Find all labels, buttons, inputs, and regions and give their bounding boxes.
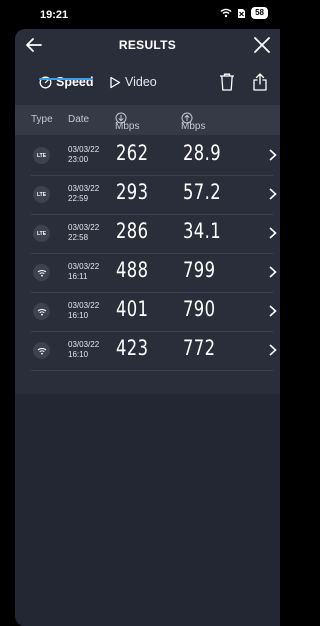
status-icons: 58 xyxy=(220,7,268,19)
result-datetime: 03/03/22 23:00 xyxy=(68,145,99,165)
result-time: 16:10 xyxy=(68,350,89,359)
download-value: 262 xyxy=(116,141,149,165)
result-row[interactable]: 03/03/22 16:11 488 799 xyxy=(31,254,277,293)
download-value: 286 xyxy=(116,219,149,243)
results-sheet: RESULTS Speed Video Type Date Mbps Mbps … xyxy=(15,29,280,626)
upload-value: 799 xyxy=(183,258,216,282)
column-download[interactable]: Mbps xyxy=(115,112,139,132)
result-datetime: 03/03/22 16:11 xyxy=(68,262,99,282)
wifi-signal-icon xyxy=(220,8,232,18)
result-row[interactable]: LTE 03/03/22 23:00 262 28.9 xyxy=(31,137,277,176)
column-upload[interactable]: Mbps xyxy=(181,112,205,132)
wifi-icon xyxy=(33,264,50,281)
wifi-icon xyxy=(33,342,50,359)
result-date: 03/03/22 xyxy=(68,184,100,193)
trash-icon[interactable] xyxy=(218,72,236,92)
tab-video-label: Video xyxy=(125,75,157,89)
download-value: 423 xyxy=(116,336,149,360)
battery-level: 58 xyxy=(251,7,268,19)
header: RESULTS xyxy=(15,29,280,65)
result-date: 03/03/22 xyxy=(68,340,100,349)
result-time: 16:10 xyxy=(68,311,89,320)
status-bar: 19:21 58 xyxy=(0,0,280,28)
results-list: LTE 03/03/22 23:00 262 28.9 LTE 03/03/22… xyxy=(31,137,277,371)
result-time: 23:00 xyxy=(68,155,89,164)
sheet-empty-area xyxy=(15,394,280,626)
upload-value: 34.1 xyxy=(183,219,222,243)
download-value: 488 xyxy=(116,258,149,282)
active-tab-indicator xyxy=(39,78,93,80)
result-datetime: 03/03/22 22:59 xyxy=(68,184,99,204)
result-date: 03/03/22 xyxy=(68,223,100,232)
upload-value: 772 xyxy=(183,336,216,360)
status-time: 19:21 xyxy=(40,9,69,21)
chevron-right-icon[interactable] xyxy=(267,265,279,279)
results-column-header: Type Date Mbps Mbps xyxy=(15,105,280,135)
column-upload-label: Mbps xyxy=(181,121,206,132)
upload-value: 790 xyxy=(183,297,216,321)
chevron-right-icon[interactable] xyxy=(267,226,279,240)
result-row[interactable]: LTE 03/03/22 22:58 286 34.1 xyxy=(31,215,277,254)
lte-icon: LTE xyxy=(33,186,50,203)
result-datetime: 03/03/22 22:58 xyxy=(68,223,99,243)
tab-speed[interactable]: Speed xyxy=(39,71,94,93)
result-date: 03/03/22 xyxy=(68,301,100,310)
lte-icon: LTE xyxy=(33,147,50,164)
column-date[interactable]: Date xyxy=(68,114,89,125)
close-icon[interactable] xyxy=(251,34,273,56)
tab-bar: Speed Video xyxy=(15,69,280,101)
download-value: 401 xyxy=(116,297,149,321)
result-time: 22:59 xyxy=(68,194,89,203)
upload-value: 28.9 xyxy=(183,141,222,165)
result-time: 16:11 xyxy=(68,272,88,281)
play-icon xyxy=(110,76,121,88)
page-title: RESULTS xyxy=(118,38,177,52)
column-download-label: Mbps xyxy=(115,121,140,132)
chevron-right-icon[interactable] xyxy=(267,304,279,318)
chevron-right-icon[interactable] xyxy=(267,343,279,357)
result-row[interactable]: LTE 03/03/22 22:59 293 57.2 xyxy=(31,176,277,215)
download-value: 293 xyxy=(116,180,149,204)
result-datetime: 03/03/22 16:10 xyxy=(68,340,99,360)
tab-video[interactable]: Video xyxy=(109,71,157,93)
lte-icon: LTE xyxy=(33,225,50,242)
result-row[interactable]: 03/03/22 16:10 423 772 xyxy=(31,332,277,371)
share-icon[interactable] xyxy=(251,72,269,92)
upload-value: 57.2 xyxy=(183,180,222,204)
no-sim-icon xyxy=(238,8,246,18)
chevron-right-icon[interactable] xyxy=(267,187,279,201)
result-date: 03/03/22 xyxy=(68,145,100,154)
result-datetime: 03/03/22 16:10 xyxy=(68,301,99,321)
result-date: 03/03/22 xyxy=(68,262,100,271)
wifi-icon xyxy=(33,303,50,320)
column-type[interactable]: Type xyxy=(31,114,53,125)
chevron-right-icon[interactable] xyxy=(267,148,279,162)
result-time: 22:58 xyxy=(68,233,89,242)
result-row[interactable]: 03/03/22 16:10 401 790 xyxy=(31,293,277,332)
